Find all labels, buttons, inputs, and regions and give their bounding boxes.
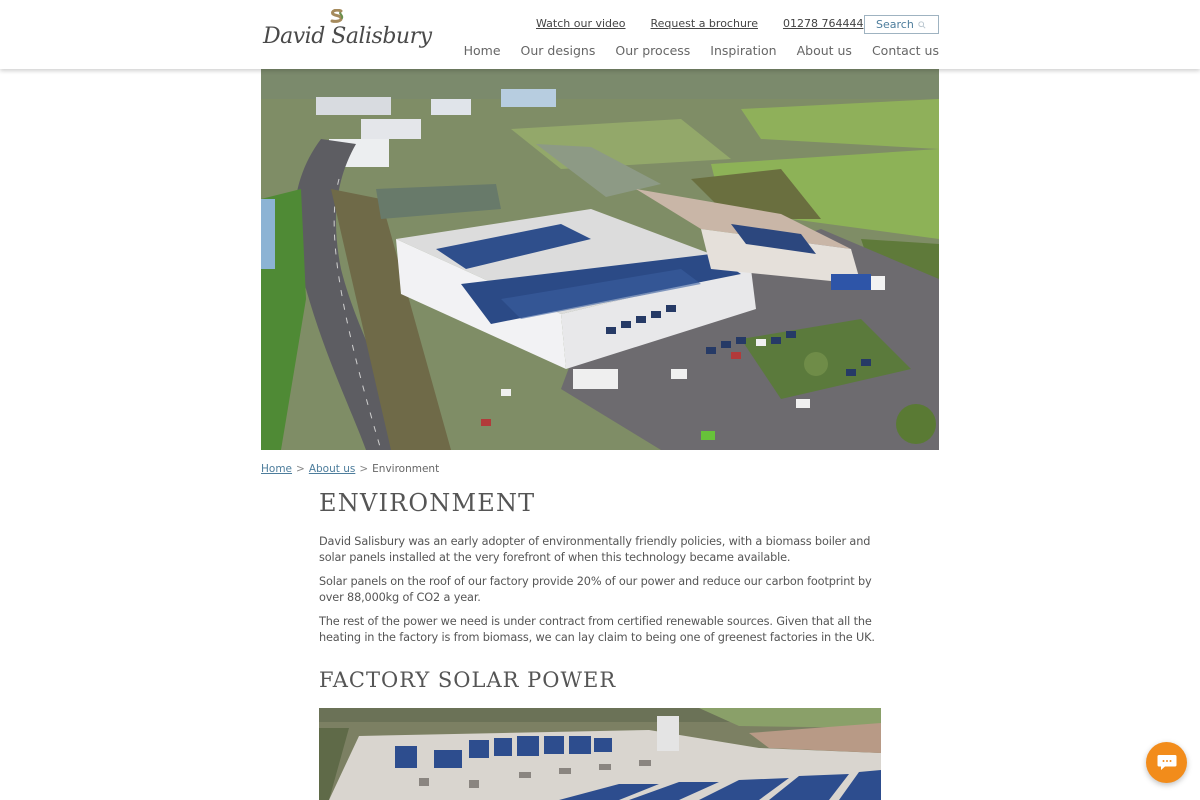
breadcrumb-current: Environment xyxy=(372,463,440,475)
nav-our-designs[interactable]: Our designs xyxy=(521,43,596,58)
paragraph: Solar panels on the roof of our factory … xyxy=(319,575,872,604)
nav-our-process[interactable]: Our process xyxy=(615,43,690,58)
breadcrumb-about-us[interactable]: About us xyxy=(309,463,356,475)
nav-home[interactable]: Home xyxy=(464,43,501,58)
chat-button[interactable] xyxy=(1146,742,1187,783)
nav-contact-us[interactable]: Contact us xyxy=(872,43,939,58)
site-header: David Salisbury Watch our video Request … xyxy=(0,0,1200,69)
search-placeholder: Search xyxy=(876,18,914,31)
nav-inspiration[interactable]: Inspiration xyxy=(710,43,776,58)
chat-icon xyxy=(1157,755,1176,770)
logo-mark-icon xyxy=(330,9,344,23)
nav-about-us[interactable]: About us xyxy=(797,43,852,58)
utility-nav: Watch our video Request a brochure 01278… xyxy=(536,17,888,30)
phone-link[interactable]: 01278 764444 xyxy=(783,17,863,30)
main-content: ENVIRONMENT David Salisbury was an early… xyxy=(319,488,889,693)
hero-image xyxy=(261,69,939,450)
breadcrumb: Home > About us > Environment xyxy=(261,463,439,475)
logo[interactable]: David Salisbury xyxy=(263,8,432,60)
watch-video-link[interactable]: Watch our video xyxy=(536,17,626,30)
solar-roof-image xyxy=(319,708,881,800)
request-brochure-link[interactable]: Request a brochure xyxy=(651,17,758,30)
breadcrumb-home[interactable]: Home xyxy=(261,463,292,475)
main-nav: Home Our designs Our process Inspiration… xyxy=(444,43,939,58)
search-input[interactable]: Search xyxy=(864,15,939,34)
section-heading: FACTORY SOLAR POWER xyxy=(319,668,617,692)
page-title: ENVIRONMENT xyxy=(319,489,536,517)
breadcrumb-separator: > xyxy=(359,463,369,475)
search-icon xyxy=(918,20,926,29)
logo-text: David Salisbury xyxy=(263,24,432,49)
paragraph: David Salisbury was an early adopter of … xyxy=(319,535,871,564)
breadcrumb-separator: > xyxy=(296,463,305,475)
paragraph: The rest of the power we need is under c… xyxy=(319,615,875,644)
